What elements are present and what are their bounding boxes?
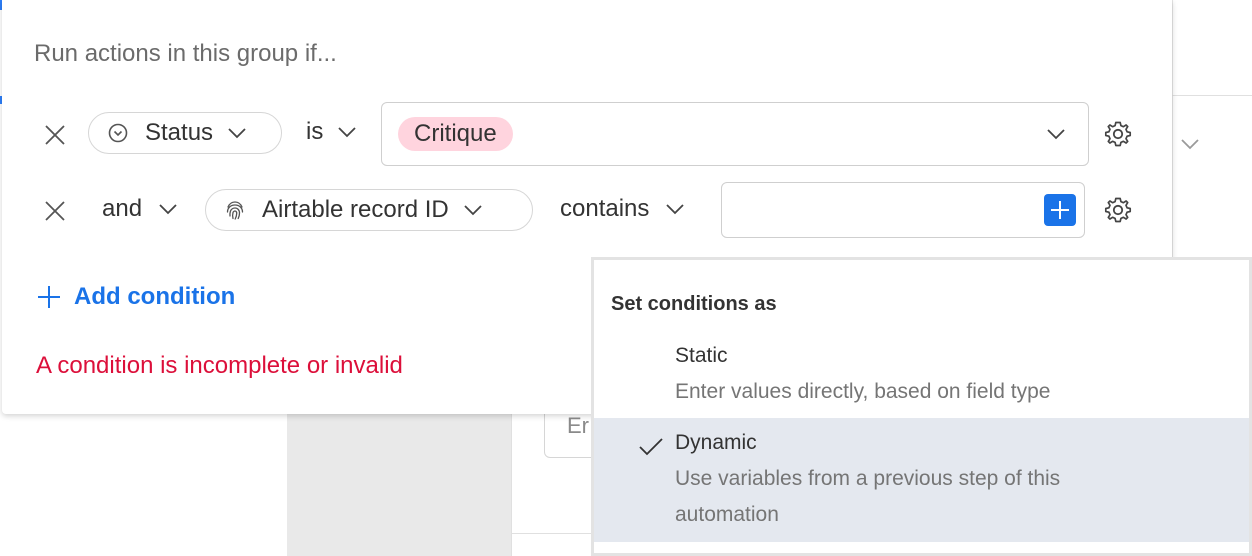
conjunction-select[interactable]: and	[102, 195, 178, 223]
condition-settings-button[interactable]	[1102, 118, 1134, 150]
value-input-record-id[interactable]	[721, 182, 1085, 238]
option-description: Enter values directly, based on field ty…	[675, 380, 1051, 403]
field-label: Status	[145, 119, 214, 146]
fingerprint-icon	[224, 199, 246, 221]
option-label: Static	[675, 344, 728, 367]
chevron-down-icon	[463, 203, 483, 217]
background-input-text: Er	[567, 413, 589, 438]
set-conditions-menu: Set conditions as Static Enter values di…	[591, 257, 1252, 556]
gear-icon	[1104, 121, 1132, 147]
close-icon	[45, 201, 65, 221]
value-tag: Critique	[398, 117, 513, 151]
menu-option-static[interactable]: Static Enter values directly, based on f…	[594, 332, 1249, 418]
close-icon	[45, 125, 65, 145]
condition-settings-button[interactable]	[1102, 194, 1134, 226]
operator-select-contains[interactable]: contains	[560, 195, 685, 223]
field-label: Airtable record ID	[262, 196, 449, 223]
option-description: Use variables from a previous step of th…	[675, 467, 1061, 526]
error-message: A condition is incomplete or invalid	[36, 352, 403, 379]
remove-condition-button[interactable]	[40, 196, 70, 226]
checkmark-icon	[638, 436, 664, 463]
background-divider	[1172, 95, 1252, 96]
chevron-down-icon	[158, 202, 178, 216]
field-select-status[interactable]: Status	[88, 112, 282, 154]
chevron-down-icon	[665, 202, 685, 216]
panel-title: Run actions in this group if...	[34, 40, 337, 67]
operator-label: contains	[560, 195, 650, 222]
field-select-airtable-record-id[interactable]: Airtable record ID	[205, 189, 533, 231]
operator-select-is[interactable]: is	[306, 118, 357, 146]
status-field-icon	[107, 122, 129, 144]
menu-option-dynamic[interactable]: Dynamic Use variables from a previous st…	[594, 418, 1249, 542]
menu-title: Set conditions as	[611, 293, 777, 315]
value-tag-label: Critique	[414, 120, 497, 147]
plus-icon	[38, 286, 60, 308]
value-select-status[interactable]: Critique	[381, 102, 1089, 166]
add-condition-label: Add condition	[74, 283, 236, 310]
add-condition-button[interactable]: Add condition	[36, 283, 235, 311]
chevron-down-icon	[227, 126, 247, 140]
insert-variable-button[interactable]	[1044, 194, 1076, 226]
chevron-down-icon	[337, 125, 357, 139]
gear-icon	[1104, 197, 1132, 223]
chevron-down-icon	[1046, 127, 1066, 141]
option-label: Dynamic	[675, 431, 757, 454]
conjunction-label: and	[102, 195, 143, 222]
operator-label: is	[306, 118, 324, 145]
background-divider	[1172, 0, 1173, 260]
chevron-down-icon[interactable]	[1180, 136, 1200, 152]
plus-icon	[1051, 201, 1069, 219]
background-divider	[511, 533, 601, 534]
remove-condition-button[interactable]	[40, 120, 70, 150]
